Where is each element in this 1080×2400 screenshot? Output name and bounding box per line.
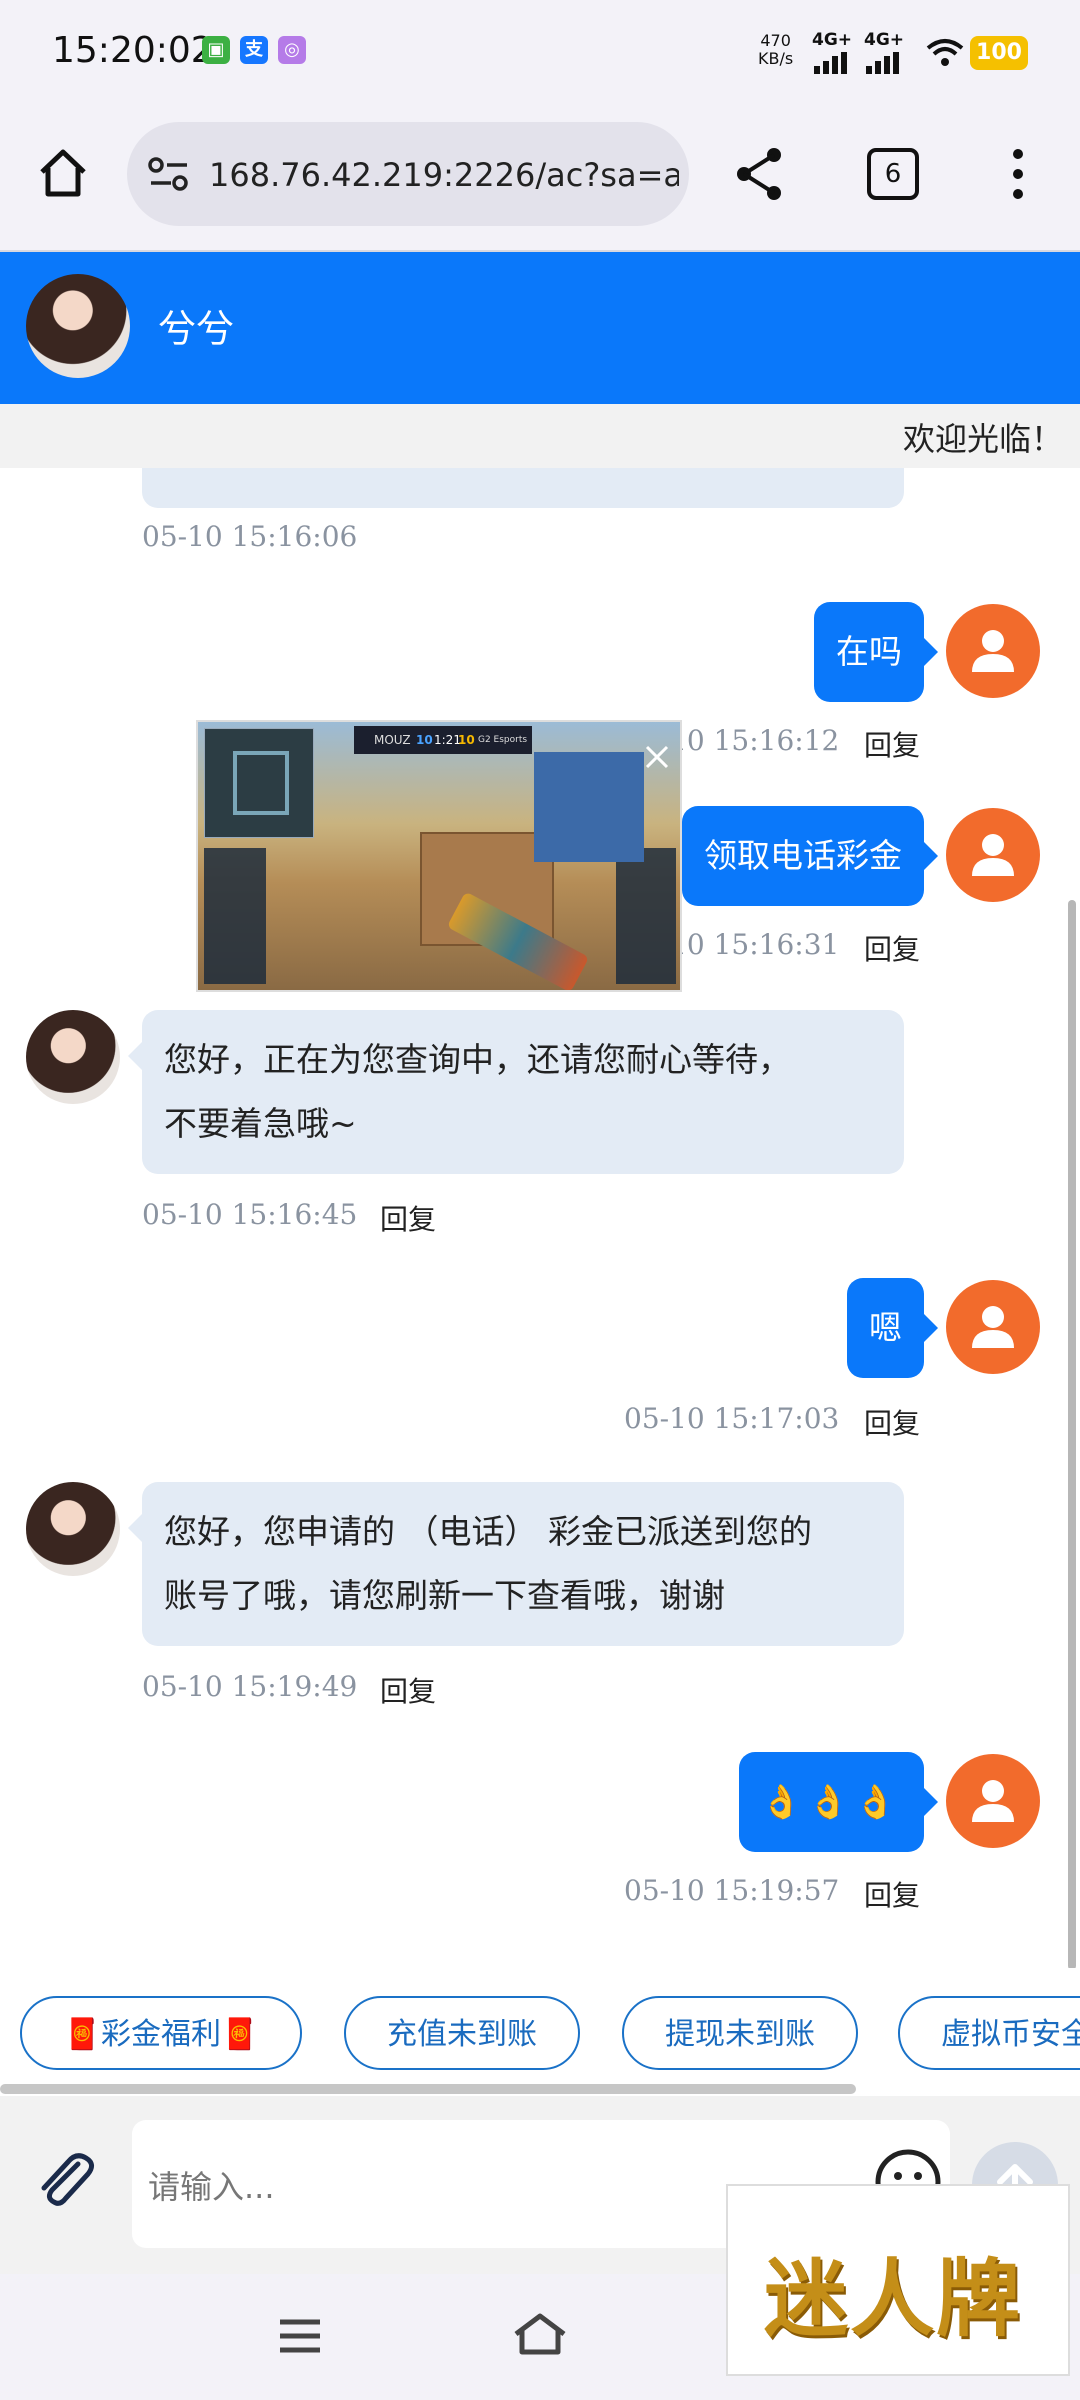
horizontal-scrollbar[interactable]: [0, 2084, 856, 2094]
close-icon[interactable]: [644, 744, 670, 770]
agent-avatar: [26, 1010, 120, 1104]
tab-switcher-button[interactable]: 6: [867, 148, 919, 200]
user-avatar: [946, 808, 1040, 902]
player-list-left: [204, 848, 266, 984]
message-timestamp: 05-10 15:19:49: [142, 1670, 358, 1703]
minimap: [204, 728, 314, 838]
more-icon[interactable]: [1008, 148, 1028, 200]
net-speed-unit: KB/s: [758, 49, 794, 68]
url-text[interactable]: 168.76.42.219:2226/ac?sa=a79: [209, 156, 679, 194]
input-placeholder: 请输入...: [148, 2168, 275, 2206]
battery-indicator: 100: [970, 36, 1028, 70]
clock: 15:20:02: [52, 30, 214, 71]
message-text: 账号了哦，请您刷新一下查看哦，谢谢: [164, 1576, 725, 1615]
message-list[interactable]: 05-10 15:16:06 在吗 05-10 15:16:12 回复 领取电话…: [0, 468, 1080, 1968]
reply-link[interactable]: 回复: [380, 1670, 436, 1710]
agent-avatar: [26, 274, 130, 378]
signal-label-2: 4G+: [864, 30, 905, 50]
team-left: MOUZ: [374, 733, 411, 747]
round-time: 1:21: [434, 733, 461, 747]
net-speed-value: 470: [760, 31, 791, 50]
player-list-right: [616, 848, 676, 984]
nav-home-icon[interactable]: [512, 2312, 568, 2360]
scoreboard: MOUZ 10 1:21 10 G2 Esports: [354, 726, 532, 754]
floating-video-overlay[interactable]: MOUZ 10 1:21 10 G2 Esports: [196, 720, 682, 992]
alipay-icon: 支: [240, 36, 268, 64]
outgoing-message-bubble: 在吗: [814, 602, 938, 702]
vertical-scrollbar[interactable]: [1068, 900, 1076, 1970]
user-avatar: [946, 1280, 1040, 1374]
incoming-message-bubble: 您好，您申请的 （电话） 彩金已派送到您的 账号了哦，请您刷新一下查看哦，谢谢: [128, 1482, 904, 1646]
message-timestamp: 05-10 15:19:57: [624, 1874, 840, 1907]
reply-link[interactable]: 回复: [380, 1198, 436, 1238]
user-icon: [972, 834, 1014, 876]
user-icon: [972, 630, 1014, 672]
site-settings-icon[interactable]: [147, 156, 191, 192]
menu-icon[interactable]: [276, 2316, 324, 2356]
notification-app-icon: ▣: [202, 36, 230, 64]
building: [534, 752, 644, 862]
network-speed: 470 KB/s: [758, 32, 793, 68]
user-avatar: [946, 604, 1040, 698]
signal-label-1: 4G+: [812, 30, 853, 50]
notification-app-icon: ◎: [278, 36, 306, 64]
reply-link[interactable]: 回复: [864, 724, 920, 764]
message-text: 您好，正在为您查询中，还请您耐心等待，: [164, 1040, 791, 1079]
share-icon[interactable]: [734, 146, 786, 202]
signal-bars-icon: [814, 52, 850, 74]
message-timestamp: 05-10 15:16:45: [142, 1198, 358, 1231]
agent-name: 兮兮: [158, 307, 235, 351]
home-icon[interactable]: [36, 146, 90, 200]
score-right: 10: [458, 733, 475, 747]
outgoing-message-bubble: 领取电话彩金: [682, 806, 938, 906]
notice-marquee: 欢迎光临！: [0, 404, 1080, 468]
team-right: G2 Esports: [478, 735, 528, 745]
user-avatar: [946, 1754, 1040, 1848]
user-icon: [972, 1306, 1014, 1348]
message-timestamp: 05-10 15:16:06: [142, 520, 358, 553]
incoming-message-bubble: 您好，正在为您查询中，还请您耐心等待， 不要着急哦~: [128, 1010, 904, 1174]
outgoing-message-bubble: 嗯: [847, 1278, 938, 1378]
status-bar: 15:20:02 ▣ 支 ◎ 470 KB/s 4G+ 4G+ 100: [0, 0, 1080, 110]
agent-avatar: [26, 1482, 120, 1576]
reply-link[interactable]: 回复: [864, 928, 920, 968]
signal-bars-icon: [866, 52, 902, 74]
outgoing-message-bubble: 👌👌👌: [738, 1752, 939, 1852]
message-timestamp: 05-10 15:17:03: [624, 1402, 840, 1435]
quick-reply-bar: 🧧彩金福利🧧 充值未到账 提现未到账 虚拟币安全: [0, 1968, 1080, 2086]
message-text: 不要着急哦~: [164, 1104, 357, 1143]
address-bar[interactable]: 168.76.42.219:2226/ac?sa=a79: [127, 122, 689, 226]
incoming-message-bubble: [142, 468, 904, 508]
quick-reply-deposit[interactable]: 充值未到账: [344, 1996, 580, 2070]
wifi-icon: [926, 39, 964, 66]
user-icon: [972, 1780, 1014, 1822]
score-left: 10: [416, 733, 433, 747]
logo-text: 迷人牌: [764, 2249, 1023, 2348]
message-text: 您好，您申请的 （电话） 彩金已派送到您的: [164, 1512, 812, 1551]
notice-text: 欢迎光临！: [903, 420, 1064, 458]
reply-link[interactable]: 回复: [864, 1874, 920, 1914]
attach-icon[interactable]: [30, 2146, 100, 2216]
reply-link[interactable]: 回复: [864, 1402, 920, 1442]
quick-reply-crypto[interactable]: 虚拟币安全: [898, 1996, 1080, 2070]
chat-header: 兮兮: [0, 252, 1080, 404]
browser-toolbar: 168.76.42.219:2226/ac?sa=a79 6: [0, 110, 1080, 252]
quick-reply-bonus[interactable]: 🧧彩金福利🧧: [20, 1996, 302, 2070]
quick-reply-withdraw[interactable]: 提现未到账: [622, 1996, 858, 2070]
watermark-logo: 迷人牌: [726, 2184, 1070, 2376]
